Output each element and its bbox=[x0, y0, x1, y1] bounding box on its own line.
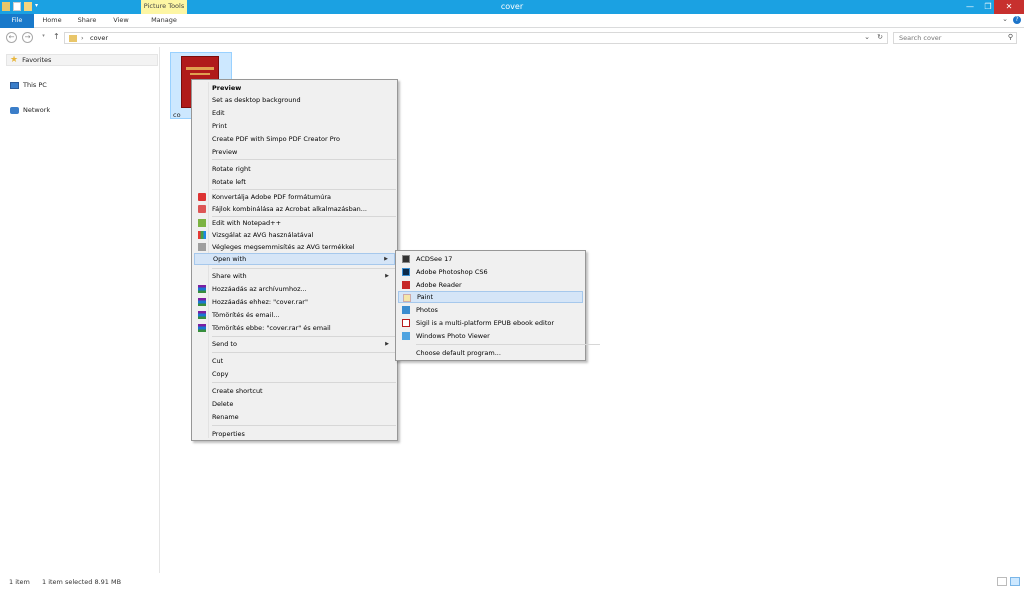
adobe-reader-icon bbox=[402, 281, 410, 289]
navigation-pane: ★ Favorites This PC Network bbox=[0, 47, 160, 573]
forward-button[interactable]: → bbox=[22, 32, 33, 43]
photo-viewer-icon bbox=[402, 332, 410, 340]
open-with-sigil[interactable]: Sigil is a multi-platform EPUB ebook edi… bbox=[398, 317, 583, 329]
menu-item-open-with[interactable]: Open with ▶ bbox=[194, 253, 395, 265]
menu-item-avg-shred[interactable]: Végleges megsemmisítés az AVG termékkel bbox=[194, 241, 395, 253]
address-row: ← → ▾ ↑ › cover ⌄ ↻ ⚲ bbox=[0, 29, 1024, 47]
open-with-windows-photo-viewer[interactable]: Windows Photo Viewer bbox=[398, 330, 583, 342]
menu-item-preview[interactable]: Preview bbox=[194, 82, 395, 94]
status-selection: 1 item selected 8.91 MB bbox=[42, 578, 122, 586]
menu-item-rotate-left[interactable]: Rotate left bbox=[194, 176, 395, 188]
shredder-icon bbox=[198, 243, 206, 251]
open-with-acdsee[interactable]: ACDSee 17 bbox=[398, 253, 583, 265]
address-dropdown-icon[interactable]: ⌄ bbox=[864, 33, 870, 41]
menu-item-rename[interactable]: Rename bbox=[194, 411, 395, 423]
photos-icon bbox=[402, 306, 410, 314]
address-bar[interactable]: › cover ⌄ ↻ bbox=[64, 32, 888, 44]
winrar-icon bbox=[198, 285, 206, 293]
nav-item-label: Network bbox=[23, 106, 51, 114]
submenu-arrow-icon: ▶ bbox=[385, 273, 389, 279]
menu-item-combine-acrobat[interactable]: Fájlok kombinálása az Acrobat alkalmazás… bbox=[194, 203, 395, 215]
menu-item-share-with[interactable]: Share with ▶ bbox=[194, 270, 395, 282]
help-icon[interactable]: ? bbox=[1013, 16, 1021, 24]
submenu-arrow-icon: ▶ bbox=[384, 256, 388, 262]
submenu-arrow-icon: ▶ bbox=[385, 341, 389, 347]
status-bar: 1 item 1 item selected 8.91 MB bbox=[0, 573, 1024, 589]
photoshop-icon bbox=[402, 268, 410, 276]
winrar-icon bbox=[198, 311, 206, 319]
sigil-icon bbox=[402, 319, 410, 327]
nav-item-favorites[interactable]: ★ Favorites bbox=[10, 54, 51, 66]
menu-item-edit-notepad[interactable]: Edit with Notepad++ bbox=[194, 217, 395, 229]
tab-share[interactable]: Share bbox=[72, 14, 102, 28]
tab-manage[interactable]: Manage bbox=[143, 14, 185, 28]
star-icon: ★ bbox=[10, 55, 19, 65]
menu-item-add-to-archive[interactable]: Hozzáadás az archívumhoz... bbox=[194, 283, 395, 295]
file-name: co bbox=[173, 111, 181, 119]
menu-item-add-to-cover-rar[interactable]: Hozzáadás ehhez: "cover.rar" bbox=[194, 296, 395, 308]
status-item-count: 1 item bbox=[9, 578, 30, 586]
tab-home[interactable]: Home bbox=[37, 14, 67, 28]
acrobat-combine-icon bbox=[198, 205, 206, 213]
folder-icon bbox=[69, 35, 77, 42]
search-box[interactable]: ⚲ bbox=[893, 32, 1017, 44]
winrar-icon bbox=[198, 324, 206, 332]
nav-item-this-pc[interactable]: This PC bbox=[10, 79, 47, 91]
menu-item-delete[interactable]: Delete bbox=[194, 398, 395, 410]
recent-locations-icon[interactable]: ▾ bbox=[38, 32, 49, 43]
menu-item-print[interactable]: Print bbox=[194, 120, 395, 132]
tab-file[interactable]: File bbox=[0, 14, 34, 28]
notepad-plus-icon bbox=[198, 219, 206, 227]
menu-item-properties[interactable]: Properties bbox=[194, 428, 395, 440]
menu-item-avg-scan[interactable]: Vizsgálat az AVG használatával bbox=[194, 229, 395, 241]
picture-tools-context-tab: Picture Tools bbox=[141, 0, 187, 14]
open-with-photos[interactable]: Photos bbox=[398, 304, 583, 316]
menu-item-preview-2[interactable]: Preview bbox=[194, 146, 395, 158]
breadcrumb-cover[interactable]: cover bbox=[90, 34, 108, 42]
paint-icon bbox=[403, 294, 411, 302]
close-button[interactable]: ✕ bbox=[994, 0, 1024, 14]
menu-item-rotate-right[interactable]: Rotate right bbox=[194, 163, 395, 175]
menu-item-send-to[interactable]: Send to ▶ bbox=[194, 338, 395, 350]
large-icons-view-icon[interactable] bbox=[1010, 577, 1020, 586]
search-input[interactable] bbox=[894, 33, 1004, 43]
context-menu: Preview Set as desktop background Edit P… bbox=[191, 79, 398, 441]
menu-item-copy[interactable]: Copy bbox=[194, 368, 395, 380]
menu-item-edit[interactable]: Edit bbox=[194, 107, 395, 119]
menu-item-create-shortcut[interactable]: Create shortcut bbox=[194, 385, 395, 397]
avg-icon bbox=[198, 231, 206, 239]
open-with-photoshop[interactable]: Adobe Photoshop CS6 bbox=[398, 266, 583, 278]
nav-item-label: Favorites bbox=[22, 56, 52, 64]
choose-default-program[interactable]: Choose default program... bbox=[398, 347, 583, 359]
menu-item-create-pdf[interactable]: Create PDF with Simpo PDF Creator Pro bbox=[194, 133, 395, 145]
details-view-icon[interactable] bbox=[997, 577, 1007, 586]
tab-view[interactable]: View bbox=[107, 14, 135, 28]
open-with-submenu: ACDSee 17 Adobe Photoshop CS6 Adobe Read… bbox=[395, 250, 600, 361]
open-with-paint[interactable]: Paint bbox=[398, 291, 583, 303]
menu-item-compress-email[interactable]: Tömörítés és email... bbox=[194, 309, 395, 321]
nav-item-label: This PC bbox=[23, 81, 47, 89]
minimize-button[interactable]: — bbox=[960, 0, 980, 14]
menu-item-convert-adobe-pdf[interactable]: Konvertálja Adobe PDF formátumúra bbox=[194, 191, 395, 203]
adobe-pdf-icon bbox=[198, 193, 206, 201]
menu-item-compress-to-rar-email[interactable]: Tömörítés ebbe: "cover.rar" és email bbox=[194, 322, 395, 334]
nav-item-network[interactable]: Network bbox=[10, 104, 50, 116]
open-with-adobe-reader[interactable]: Adobe Reader bbox=[398, 279, 583, 291]
ribbon-tabs: File Home Share View Manage ⌄ ? bbox=[0, 14, 1024, 28]
network-icon bbox=[10, 106, 19, 114]
menu-item-set-desktop-background[interactable]: Set as desktop background bbox=[194, 94, 395, 106]
menu-item-cut[interactable]: Cut bbox=[194, 355, 395, 367]
expand-ribbon-icon[interactable]: ⌄ bbox=[1002, 15, 1008, 23]
refresh-icon[interactable]: ↻ bbox=[877, 33, 883, 41]
up-button[interactable]: ↑ bbox=[53, 32, 60, 41]
breadcrumb-separator[interactable]: › bbox=[81, 34, 84, 42]
computer-icon bbox=[10, 81, 19, 89]
search-icon[interactable]: ⚲ bbox=[1008, 33, 1013, 41]
acdsee-icon bbox=[402, 255, 410, 263]
winrar-icon bbox=[198, 298, 206, 306]
back-button[interactable]: ← bbox=[6, 32, 17, 43]
